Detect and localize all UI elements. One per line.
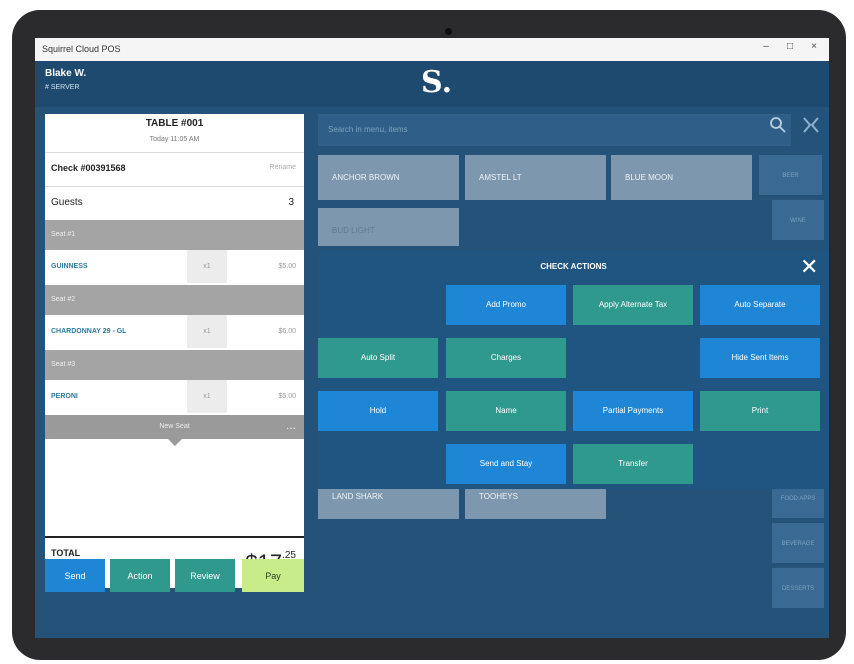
transfer-button[interactable]: Transfer (573, 444, 693, 484)
product-button[interactable]: BLUE MOON (611, 155, 752, 200)
app-logo: S. (421, 65, 453, 100)
category-button[interactable]: WINE (772, 200, 824, 240)
search-icon[interactable] (769, 116, 787, 139)
modal-title: CHECK ACTIONS (540, 262, 607, 271)
check-date: Today 11:05 AM (149, 136, 200, 143)
rename-link[interactable]: Rename (270, 164, 296, 171)
product-button[interactable]: TOOHEYS (465, 486, 606, 519)
pay-button[interactable]: Pay (242, 559, 304, 592)
check-item[interactable]: GUINNESS x1 $5.00 (45, 250, 304, 283)
item-price: $6.00 (278, 328, 296, 335)
action-button[interactable]: Action (110, 559, 170, 592)
search-input[interactable]: Search in menu, items (318, 114, 791, 146)
hide-sent-items-button[interactable]: Hide Sent Items (700, 338, 820, 378)
item-qty[interactable]: x1 (187, 250, 227, 283)
apply-alternate-tax-button[interactable]: Apply Alternate Tax (573, 285, 693, 325)
partial-payments-button[interactable]: Partial Payments (573, 391, 693, 431)
category-button[interactable]: BEER (759, 155, 822, 195)
window-title: Squirrel Cloud POS (42, 44, 121, 54)
item-qty[interactable]: x1 (187, 380, 227, 413)
minimize-icon[interactable]: – (757, 41, 775, 52)
collapse-icon[interactable] (801, 115, 821, 141)
item-price: $5.00 (278, 263, 296, 270)
app-header: Blake W. # SERVER S. (35, 61, 829, 107)
item-qty[interactable]: x1 (187, 315, 227, 348)
item-name: PERONI (51, 393, 78, 400)
review-button[interactable]: Review (175, 559, 235, 592)
print-button[interactable]: Print (700, 391, 820, 431)
auto-separate-button[interactable]: Auto Separate (700, 285, 820, 325)
name-button[interactable]: Name (446, 391, 566, 431)
add-promo-button[interactable]: Add Promo (446, 285, 566, 325)
close-icon[interactable]: ✕ (800, 254, 818, 280)
check-item[interactable]: CHARDONNAY 29 - GL x1 $6.00 (45, 315, 304, 348)
guests-row[interactable]: Guests 3 (45, 186, 304, 218)
seat-header[interactable]: Seat #2 (45, 285, 304, 315)
product-button[interactable]: AMSTEL LT (465, 155, 606, 200)
seat-header[interactable]: Seat #1 (45, 220, 304, 250)
product-button[interactable]: ANCHOR BROWN (318, 155, 459, 200)
check-number-row[interactable]: Check #00391568 Rename (45, 152, 304, 186)
check-actions-modal: CHECK ACTIONS ✕ Add Promo Apply Alternat… (318, 251, 829, 489)
total-label: TOTAL (51, 548, 81, 558)
item-price: $5.00 (278, 393, 296, 400)
new-seat-label: New Seat (159, 423, 190, 430)
maximize-icon[interactable]: □ (781, 41, 799, 52)
check-panel: TABLE #001 Today 11:05 AM Check #0039156… (45, 114, 304, 588)
camera-dot (445, 28, 452, 35)
close-window-icon[interactable]: × (805, 41, 823, 52)
app-window: Squirrel Cloud POS – □ × Blake W. # SERV… (35, 38, 829, 638)
search-placeholder: Search in menu, items (328, 125, 408, 134)
category-button[interactable]: BEVERAGE (772, 523, 824, 563)
expand-caret-icon (168, 439, 182, 446)
hold-button[interactable]: Hold (318, 391, 438, 431)
user-name[interactable]: Blake W. (45, 68, 86, 79)
auto-split-button[interactable]: Auto Split (318, 338, 438, 378)
guests-label: Guests (51, 197, 83, 208)
category-button[interactable]: DESSERTS (772, 568, 824, 608)
check-number: Check #00391568 (51, 163, 126, 173)
more-options-icon[interactable]: ... (286, 418, 296, 432)
item-name: CHARDONNAY 29 - GL (51, 328, 127, 335)
table-title: TABLE #001 (145, 118, 204, 129)
product-button[interactable]: BUD LIGHT (318, 208, 459, 246)
user-role: # SERVER (45, 84, 80, 91)
item-name: GUINNESS (51, 263, 88, 270)
window-titlebar: Squirrel Cloud POS – □ × (35, 38, 829, 61)
product-button[interactable]: LAND SHARK (318, 486, 459, 519)
guests-count: 3 (288, 197, 294, 208)
seat-header[interactable]: Seat #3 (45, 350, 304, 380)
send-button[interactable]: Send (45, 559, 105, 592)
new-seat-bar[interactable]: New Seat ... (45, 415, 304, 439)
charges-button[interactable]: Charges (446, 338, 566, 378)
check-item[interactable]: PERONI x1 $5.00 (45, 380, 304, 413)
send-and-stay-button[interactable]: Send and Stay (446, 444, 566, 484)
